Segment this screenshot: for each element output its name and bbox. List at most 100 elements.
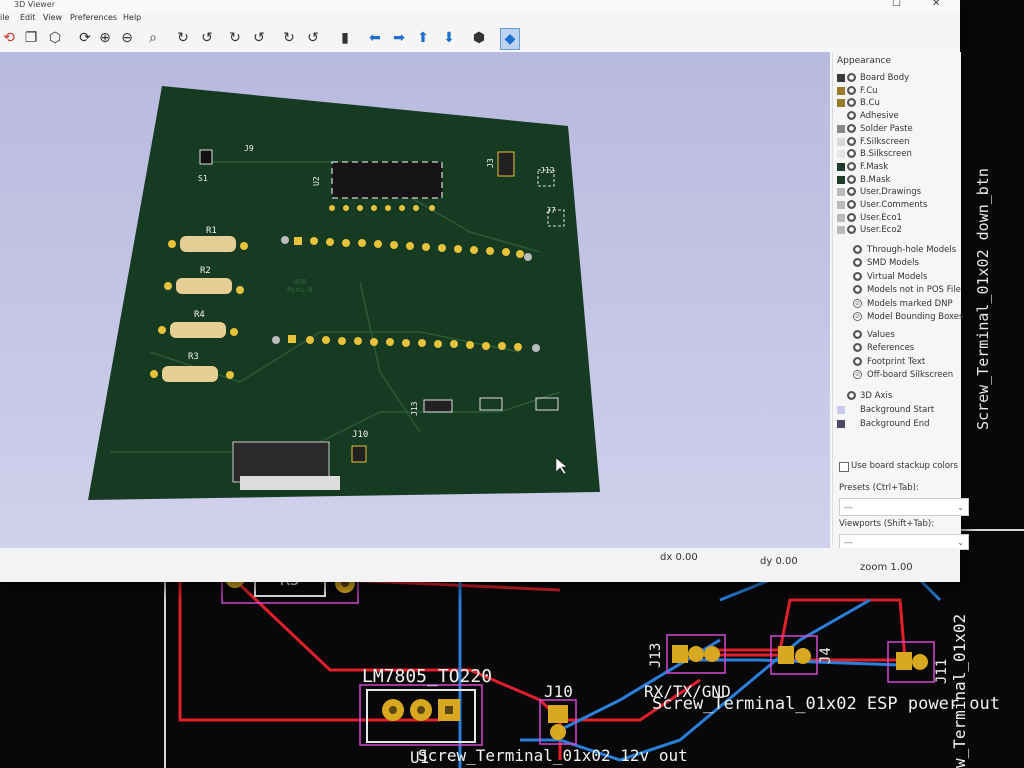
layer-color-swatch[interactable] [837,124,845,133]
layer-label: B.Silkscreen [860,149,912,160]
raytrace-icon[interactable]: ⬡ [46,28,64,48]
eye-off-icon[interactable]: ⊘ [853,312,862,321]
rotate-x-icon[interactable]: ↻ [174,28,192,48]
layer-color-swatch[interactable] [837,226,845,235]
pan-right-icon[interactable]: ➡ [390,28,408,48]
zoom-out-icon[interactable]: ⊖ [118,28,136,48]
close-icon[interactable]: ✕ [932,0,940,9]
reload-icon[interactable]: ⟲ [0,28,18,48]
j4-reference: J4 [818,647,834,664]
ref-u2: U2 [312,176,321,186]
title-bar: 3D Viewer ☐ ✕ [0,0,960,12]
eye-icon[interactable]: ● [853,285,862,295]
layer-color-swatch[interactable] [837,201,845,209]
down-btn-vertical-label: Screw_Terminal_01x02 down_btn [974,168,992,430]
status-dy: dy 0.00 [760,556,798,567]
zoom-in-icon[interactable]: ⊕ [96,28,114,48]
copy-icon[interactable]: ❐ [22,28,40,48]
ref-r4: R4 [194,310,205,320]
eye-icon[interactable]: ● [847,200,856,209]
eye-icon[interactable]: ● [853,330,862,339]
eye-icon[interactable]: ● [847,225,856,235]
chevron-down-icon: ⌄ [957,503,964,512]
side-window-label: Screw_Terminal_01x02 down_btn [970,90,992,430]
maximize-icon[interactable]: ☐ [892,0,901,9]
menu-help[interactable]: Help [123,13,141,22]
orthographic-icon[interactable]: ⬢ [470,28,488,48]
layer-color-swatch[interactable] [837,137,845,146]
rotate-y-ccw-icon[interactable]: ↺ [250,28,268,48]
ref-j9: J9 [244,144,254,153]
layer-color-swatch[interactable] [837,162,845,171]
layer-color-swatch[interactable] [837,86,845,95]
eye-icon[interactable]: ● [847,85,856,95]
right-vertical-label: w_Terminal_01x02 [950,613,969,768]
bg-start-swatch[interactable] [837,406,845,414]
eye-icon[interactable]: ● [847,98,856,108]
status-bar: dx 0.00 dy 0.00 zoom 1.00 [0,548,960,582]
eye-icon[interactable]: ● [847,136,856,146]
rotate-x-ccw-icon[interactable]: ↺ [198,28,216,48]
eye-icon[interactable]: ● [847,187,856,197]
eye-icon[interactable]: ● [847,391,856,400]
layer-label: F.Cu [860,85,878,96]
layer-color-swatch[interactable] [837,175,845,184]
eye-off-icon[interactable]: ⊘ [853,370,862,380]
menu-preferences[interactable]: Preferences [70,13,117,22]
layer-color-swatch[interactable] [837,150,845,159]
status-zoom: zoom 1.00 [860,562,913,573]
toggle-label: Through-hole Models [867,245,957,255]
eye-icon[interactable]: ● [853,245,862,254]
layer-label: B.Mask [860,174,891,185]
window-title: 3D Viewer [14,0,55,9]
stackup-checkbox[interactable] [839,462,849,472]
appearance-toggle-icon[interactable]: ◆ [500,28,520,50]
eye-icon[interactable]: ● [847,111,856,121]
eye-icon[interactable]: ● [853,356,862,366]
zoom-fit-icon[interactable]: ⌕ [144,28,162,48]
3d-viewer-window: 3D Viewer ☐ ✕ ile Edit View Preferences … [0,0,969,582]
toggle-label: Off-board Silkscreen [867,370,954,381]
ref-r3: R3 [188,352,199,362]
status-dx: dx 0.00 [660,552,698,563]
eye-icon[interactable]: ● [847,123,856,133]
layer-label: User.Drawings [860,187,922,198]
presets-select[interactable]: --- ⌄ [839,498,969,516]
menu-view[interactable]: View [43,13,62,22]
rotate-z-ccw-icon[interactable]: ↺ [304,28,322,48]
ref-j3: J3 [486,158,495,168]
pan-left-icon[interactable]: ⬅ [366,28,384,48]
layer-color-swatch[interactable] [837,188,845,197]
j13-reference: J13 [648,642,664,668]
eye-icon[interactable]: ● [847,73,856,82]
eye-icon[interactable]: ● [853,343,862,353]
ref-j10: J10 [352,430,369,440]
presets-label: Presets (Ctrl+Tab): [839,483,919,493]
layer-color-swatch[interactable] [837,99,845,108]
layer-label: User.Eco1 [860,212,902,223]
ref-r1: R1 [206,226,217,236]
rotate-z-icon[interactable]: ↻ [280,28,298,48]
eye-icon[interactable]: ● [847,149,856,159]
rotate-y-icon[interactable]: ↻ [226,28,244,48]
eye-icon[interactable]: ● [853,258,862,268]
flip-board-icon[interactable]: ▮ [336,28,354,48]
pan-up-icon[interactable]: ⬆ [414,28,432,48]
toggle-label: References [867,343,915,354]
eye-icon[interactable]: ● [853,271,862,281]
bg-end-swatch[interactable] [837,420,845,428]
menu-file[interactable]: ile [0,13,9,22]
menu-edit[interactable]: Edit [20,13,36,22]
eye-icon[interactable]: ● [847,212,856,222]
screw-terminal-12v-label: Screw_Terminal_01x02 12v out [418,746,688,765]
layer-color-swatch[interactable] [837,213,845,222]
refresh-icon[interactable]: ⟳ [76,28,94,48]
layer-color-swatch[interactable] [837,74,845,82]
layer-color-swatch[interactable] [837,112,845,121]
eye-icon[interactable]: ● [847,161,856,171]
eye-off-icon[interactable]: ⊘ [853,298,862,308]
pan-down-icon[interactable]: ⬇ [440,28,458,48]
3d-canvas[interactable]: S1 J9 U2 J3 J12 J7 R1 R2 R4 R3 USB Mini-… [0,52,830,550]
toggle-label: Models marked DNP [867,298,953,309]
eye-icon[interactable]: ● [847,174,856,184]
